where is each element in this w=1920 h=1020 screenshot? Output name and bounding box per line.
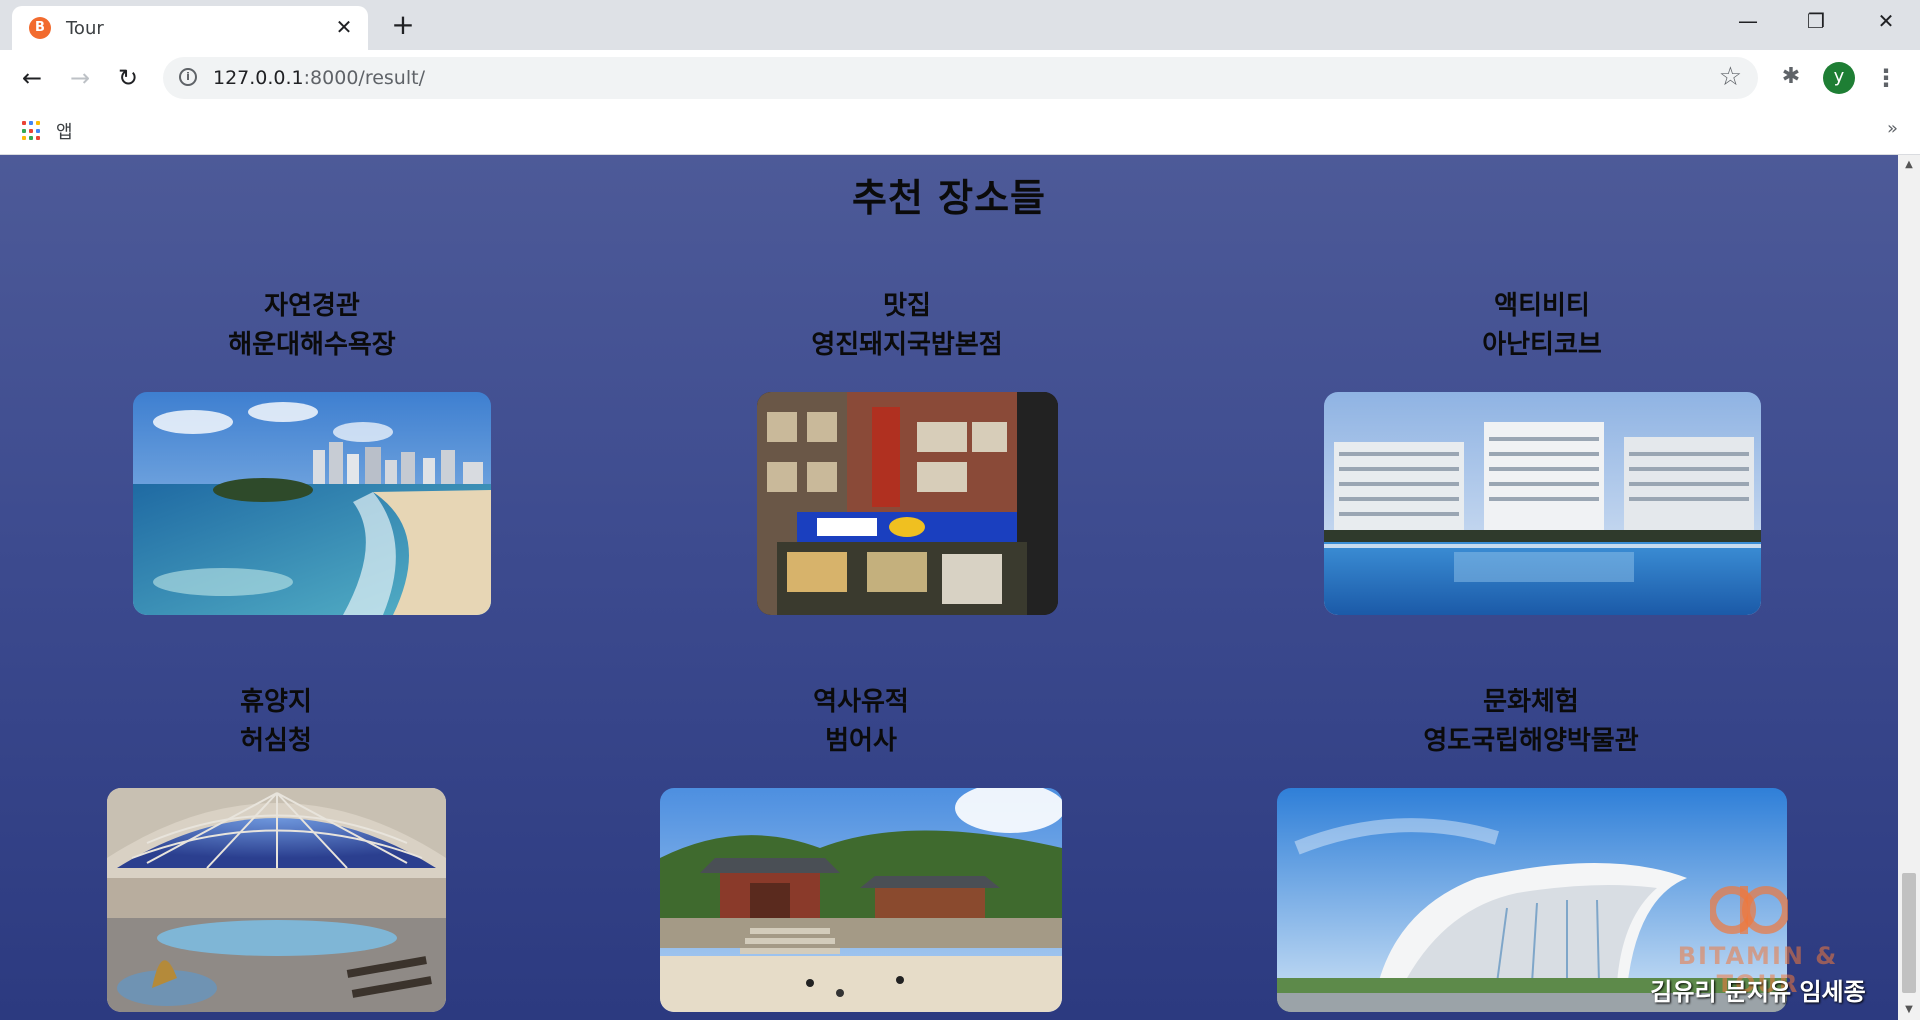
watermark-names: 김유리 문지유 임세종 <box>1650 978 1866 1006</box>
close-window-button[interactable]: ✕ <box>1852 0 1920 42</box>
reload-icon[interactable]: ↻ <box>110 60 146 96</box>
apps-grid-icon[interactable] <box>22 121 42 141</box>
scroll-up-arrow-icon[interactable]: ▲ <box>1898 155 1920 175</box>
close-tab-icon[interactable]: ✕ <box>330 13 358 41</box>
card-category: 맛집 <box>883 291 931 321</box>
new-tab-button[interactable]: + <box>386 8 420 42</box>
beach-photo[interactable] <box>133 392 491 615</box>
profile-avatar[interactable]: y <box>1823 62 1855 94</box>
favicon-icon: B <box>29 17 51 39</box>
minimize-button[interactable]: — <box>1714 0 1782 42</box>
address-bar[interactable]: i 127.0.0.1:8000/result/ ☆ <box>163 57 1758 99</box>
vertical-scrollbar[interactable]: ▲ ▼ <box>1898 155 1920 1020</box>
url-host: 127.0.0.1 <box>213 67 304 89</box>
card-category: 액티비티 <box>1494 291 1590 321</box>
bookmark-star-icon[interactable]: ☆ <box>1719 62 1742 92</box>
restore-button[interactable]: ❐ <box>1782 0 1850 42</box>
bookmarks-bar: 앱 » <box>0 106 1920 155</box>
card-category: 자연경관 <box>264 291 360 321</box>
extensions-puzzle-icon[interactable]: ✱ <box>1776 62 1806 92</box>
recommendation-card: 액티비티 아난티코브 <box>1342 287 1742 365</box>
info-icon[interactable]: i <box>179 68 197 86</box>
card-category: 문화체험 <box>1483 687 1579 717</box>
back-arrow-icon[interactable]: ← <box>14 60 50 96</box>
kebab-menu-icon[interactable]: ⋮ <box>1874 62 1898 94</box>
page-title: 추천 장소들 <box>851 176 1047 220</box>
spa-dome-photo[interactable] <box>107 788 446 1012</box>
tab-strip: B Tour ✕ + — ❐ ✕ <box>0 0 1920 50</box>
watermark: BITAMIN & TOUR 김유리 문지유 임세종 <box>1648 870 1868 1010</box>
tab-title: Tour <box>66 18 104 39</box>
resort-pool-photo[interactable] <box>1324 392 1761 615</box>
card-place: 영도국립해양박물관 <box>1423 726 1639 756</box>
browser-toolbar: ← → ↻ i 127.0.0.1:8000/result/ ☆ ✱ y ⋮ <box>0 50 1920 106</box>
bookmarks-overflow-icon[interactable]: » <box>1887 118 1898 139</box>
scrollbar-thumb[interactable] <box>1902 873 1916 993</box>
recommendation-card: 맛집 영진돼지국밥본점 <box>707 287 1107 365</box>
url-path: :8000/result/ <box>303 67 425 89</box>
card-category: 역사유적 <box>813 687 909 717</box>
card-place: 허심청 <box>240 726 312 756</box>
recommendation-card: 문화체험 영도국립해양박물관 <box>1331 683 1731 761</box>
card-place: 영진돼지국밥본점 <box>811 330 1003 360</box>
card-place: 해운대해수욕장 <box>228 330 396 360</box>
temple-photo[interactable] <box>660 788 1062 1012</box>
recommendation-card: 자연경관 해운대해수욕장 <box>112 287 512 365</box>
card-category: 휴양지 <box>240 687 312 717</box>
scroll-down-arrow-icon[interactable]: ▼ <box>1898 1000 1920 1020</box>
apps-bookmark[interactable]: 앱 <box>56 118 73 144</box>
recommendation-card: 휴양지 허심청 <box>76 683 476 761</box>
recommendation-card: 역사유적 범어사 <box>661 683 1061 761</box>
card-place: 범어사 <box>825 726 897 756</box>
restaurant-photo[interactable] <box>757 392 1058 615</box>
browser-tab[interactable]: B Tour ✕ <box>12 6 368 50</box>
page-viewport: 추천 장소들 자연경관 해운대해수욕장 맛집 영진돼지국밥본점 액티비티 아난티… <box>0 155 1920 1020</box>
bitamin-logo-icon <box>1710 886 1788 934</box>
url-text[interactable]: 127.0.0.1:8000/result/ <box>213 67 425 89</box>
card-place: 아난티코브 <box>1482 330 1602 360</box>
forward-arrow-icon[interactable]: → <box>62 60 98 96</box>
